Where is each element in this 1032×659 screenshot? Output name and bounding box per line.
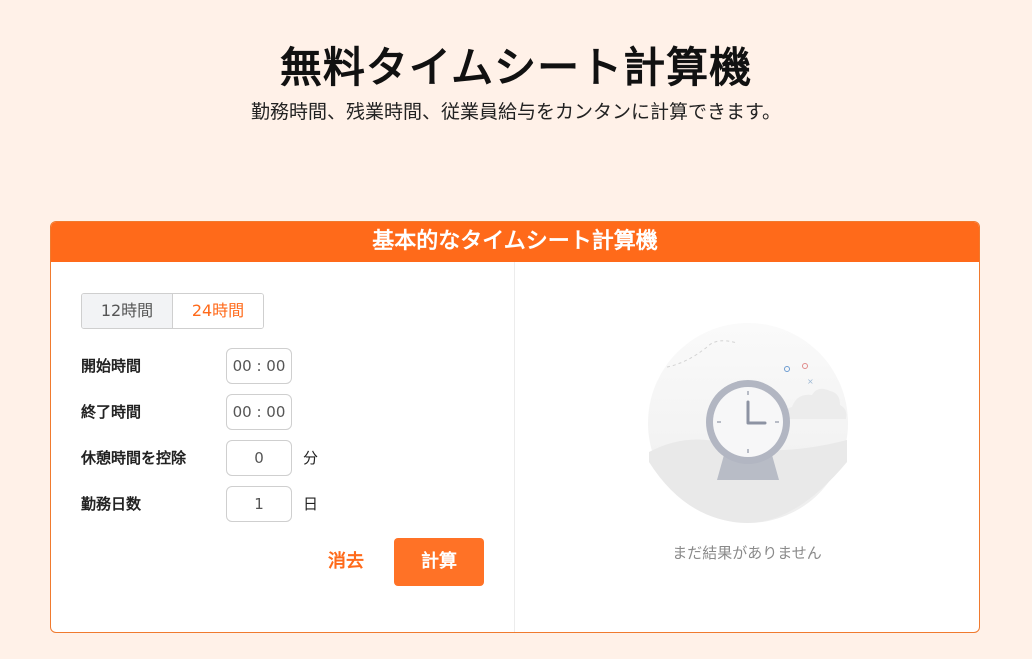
empty-result-message: まだ結果がありません bbox=[672, 544, 822, 562]
svg-text:×: × bbox=[807, 377, 814, 386]
work-days-unit: 日 bbox=[303, 495, 319, 513]
start-time-label: 開始時間 bbox=[81, 357, 142, 375]
page-title: 無料タイムシート計算機 bbox=[279, 43, 753, 92]
time-format-toggle: 12時間 24時間 bbox=[81, 293, 264, 329]
empty-clock-illustration: × bbox=[648, 323, 848, 523]
input-panel: 12時間 24時間 開始時間 00 : 00 終了時間 00 : 00 休憩時間… bbox=[51, 262, 515, 632]
card-header: 基本的なタイムシート計算機 bbox=[51, 222, 979, 262]
result-panel: × まだ結果がありません bbox=[515, 262, 979, 632]
calculate-button[interactable]: 計算 bbox=[394, 538, 484, 586]
toggle-24-hour[interactable]: 24時間 bbox=[173, 294, 263, 328]
toggle-12-hour[interactable]: 12時間 bbox=[82, 294, 173, 328]
timesheet-calculator-card: 基本的なタイムシート計算機 12時間 24時間 開始時間 00 : 00 終了時… bbox=[50, 221, 980, 633]
break-minutes-unit: 分 bbox=[303, 449, 319, 467]
break-minutes-input[interactable]: 0 bbox=[226, 440, 292, 476]
clear-button[interactable]: 消去 bbox=[321, 538, 371, 586]
end-time-label: 終了時間 bbox=[81, 403, 142, 421]
start-time-input[interactable]: 00 : 00 bbox=[226, 348, 292, 384]
work-days-label: 勤務日数 bbox=[81, 495, 142, 513]
work-days-input[interactable]: 1 bbox=[226, 486, 292, 522]
end-time-input[interactable]: 00 : 00 bbox=[226, 394, 292, 430]
break-time-label: 休憩時間を控除 bbox=[81, 449, 187, 467]
page-subtitle: 勤務時間、残業時間、従業員給与をカンタンに計算できます。 bbox=[250, 101, 782, 123]
